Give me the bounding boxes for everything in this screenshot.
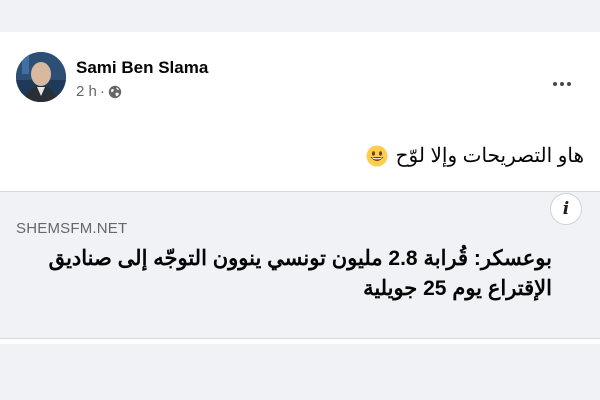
link-domain: SHEMSFM.NET: [16, 220, 128, 237]
meta-separator: ·: [99, 83, 105, 100]
more-horizontal-icon: [553, 82, 557, 86]
link-preview[interactable]: SHEMSFM.NET بوعسكر: قُرابة 2.8 مليون تون…: [0, 191, 600, 339]
author-name[interactable]: Sami Ben Slama: [76, 58, 208, 78]
post-timestamp[interactable]: 2 h: [76, 83, 97, 100]
more-options-button[interactable]: [546, 74, 578, 94]
post-text: هاو التصريحات وإلا لوّح: [395, 145, 584, 167]
author-avatar[interactable]: [16, 52, 66, 102]
avatar-photo: [16, 52, 66, 102]
post-text-row: هاو التصريحات وإلا لوّح: [366, 143, 584, 168]
feed-background-bottom: [0, 344, 600, 400]
globe-icon[interactable]: [108, 85, 122, 99]
feed-background-top: [0, 0, 600, 32]
link-title[interactable]: بوعسكر: قُرابة 2.8 مليون تونسي ينوون الت…: [16, 244, 552, 304]
post-meta: 2 h ·: [76, 83, 122, 100]
grinning-face-emoji-icon: [366, 145, 388, 167]
info-icon[interactable]: i: [550, 193, 582, 225]
